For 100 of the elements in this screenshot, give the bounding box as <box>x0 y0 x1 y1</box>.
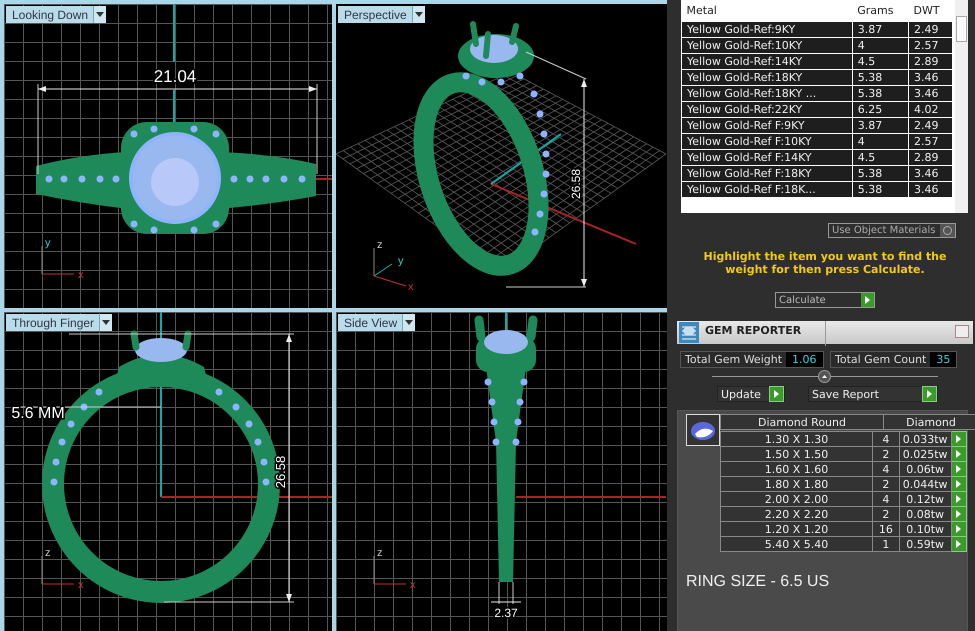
table-cell: 3.87 <box>852 22 909 38</box>
table-cell: 16 <box>872 522 900 536</box>
table-cell: 5.38 <box>852 166 909 182</box>
table-cell: 1 <box>872 536 900 552</box>
update-button[interactable]: Update <box>717 386 785 402</box>
table-cell: Yellow Gold-Ref F:18K... <box>682 182 852 198</box>
instruction-text: Highlight the item you want to find the weight for then press Calculate. <box>702 250 948 276</box>
viewport-tab[interactable]: Side View <box>338 314 416 331</box>
dimension-label: 26.58 <box>273 456 288 488</box>
table-cell: 3.46 <box>908 166 952 182</box>
use-object-materials-toggle[interactable]: Use Object Materials <box>828 223 956 238</box>
table-cell: 6.25 <box>852 102 909 118</box>
table-cell: 5.38 <box>852 86 909 102</box>
table-cell: 0.10tw <box>899 522 952 536</box>
table-cell: 0.033tw <box>899 432 952 446</box>
play-icon <box>865 296 870 304</box>
table-cell: 3.46 <box>908 86 952 102</box>
calculate-button[interactable]: Calculate <box>775 292 875 308</box>
table-cell: 2.89 <box>908 54 952 70</box>
total-gem-count-field: Total Gem Count 35 <box>830 351 958 368</box>
save-report-button[interactable]: Save Report <box>808 386 938 402</box>
viewport-tab[interactable]: Looking Down <box>6 6 106 23</box>
table-cell: 2 <box>872 476 900 492</box>
table-cell: 0.12tw <box>899 492 952 506</box>
close-button[interactable] <box>955 325 969 338</box>
dropdown-caret-icon[interactable] <box>99 314 112 331</box>
total-gem-weight-field: Total Gem Weight 1.06 <box>680 351 824 368</box>
table-cell: 4 <box>872 462 900 476</box>
axis-line <box>314 178 332 180</box>
axis-label: x <box>78 269 84 281</box>
gem-icon <box>686 414 720 446</box>
table-cell: 2.49 <box>908 22 952 38</box>
table-cell: 2.20 X 2.20 <box>720 506 873 522</box>
table-cell: Yellow Gold-Ref:18KY ... <box>682 86 852 102</box>
ring-size-note: RING SIZE - 6.5 US <box>686 573 830 591</box>
table-cell: 3.46 <box>908 182 952 198</box>
scrollbar[interactable] <box>955 0 968 213</box>
axis-label: x <box>408 281 414 293</box>
table-cell: 1.50 X 1.50 <box>720 446 873 462</box>
axis-label: y <box>45 237 50 249</box>
table-cell: 0.06tw <box>899 462 952 476</box>
table-cell: 2.49 <box>908 118 952 134</box>
select-arrow-button[interactable] <box>951 432 966 446</box>
table-cell: 1.80 X 1.80 <box>720 476 873 492</box>
dimension-label: 26.58 <box>569 168 583 200</box>
dimension-label: 5.6 MM <box>11 405 65 422</box>
dimension-label: 21.04 <box>154 67 196 86</box>
dropdown-caret-icon[interactable] <box>402 314 416 331</box>
table-cell: 2.00 X 2.00 <box>720 492 873 506</box>
axis-label: z <box>377 239 382 251</box>
axis-line <box>173 4 175 62</box>
axis-label: z <box>45 547 50 559</box>
dimension-label: 2.37 <box>494 606 518 620</box>
table-cell: 3.46 <box>908 70 952 86</box>
table-cell: 4 <box>872 432 900 446</box>
table-cell: 0.59tw <box>899 536 952 552</box>
dropdown-caret-icon[interactable] <box>93 6 106 23</box>
table-cell: 1.60 X 1.60 <box>720 462 873 476</box>
table-cell: Yellow Gold-Ref F:9KY <box>682 118 852 134</box>
table-cell: 2.57 <box>908 134 952 150</box>
table-cell: 2.89 <box>908 150 952 166</box>
table-cell: 4 <box>852 134 909 150</box>
play-icon <box>774 390 779 398</box>
axis-icon <box>374 248 406 286</box>
panel-title: GEM REPORTER <box>705 321 826 346</box>
axis-icon <box>42 556 74 584</box>
axis-label: x <box>410 579 416 591</box>
table-cell: 4 <box>852 38 909 54</box>
table-cell: 5.38 <box>852 70 909 86</box>
gem-type-heading: Diamond <box>883 414 975 430</box>
table-cell: 4.5 <box>852 54 909 70</box>
table-cell: 3.87 <box>852 118 909 134</box>
axis-label: z <box>377 547 382 559</box>
table-cell: Yellow Gold-Ref:9KY <box>682 22 852 38</box>
table-cell: 2.57 <box>908 38 952 54</box>
table-cell: 4.02 <box>908 102 952 118</box>
table-cell: Yellow Gold-Ref F:10KY <box>682 134 852 150</box>
table-cell: 5.40 X 5.40 <box>720 536 873 552</box>
axis-label: x <box>78 579 84 591</box>
table-cell: Yellow Gold-Ref:18KY <box>682 70 852 86</box>
gem-report-icon <box>679 322 699 343</box>
table-cell: 2 <box>872 506 900 522</box>
axis-label: y <box>398 255 404 267</box>
table-cell: 0.08tw <box>899 506 952 522</box>
table-cell: Yellow Gold-Ref F:18KY <box>682 166 852 182</box>
table-cell: Yellow Gold-Ref F:14KY <box>682 150 852 166</box>
table-cell: 4 <box>872 492 900 506</box>
dropdown-caret-icon[interactable] <box>412 6 425 23</box>
collapse-icon[interactable] <box>818 370 831 383</box>
table-cell: 5.38 <box>852 182 909 198</box>
table-cell: 0.044tw <box>899 476 952 492</box>
table-cell: Yellow Gold-Ref:10KY <box>682 38 852 54</box>
table-cell: 1.30 X 1.30 <box>720 432 873 446</box>
play-icon <box>927 390 932 398</box>
table-cell: Yellow Gold-Ref:14KY <box>682 54 852 70</box>
table-cell: 2 <box>872 446 900 462</box>
table-cell: 1.20 X 1.20 <box>720 522 873 536</box>
viewport-tab[interactable]: Perspective <box>338 6 425 23</box>
gem-shape-heading: Diamond Round <box>720 414 884 430</box>
viewport-tab[interactable]: Through Finger <box>6 314 112 331</box>
